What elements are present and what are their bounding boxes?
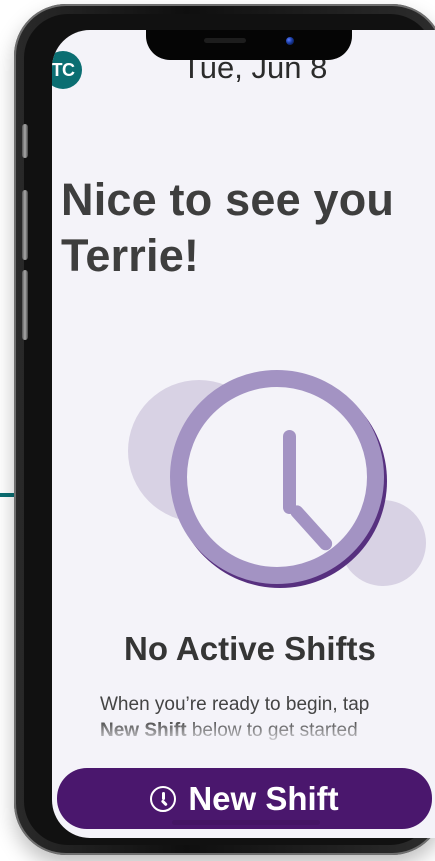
home-indicator: [172, 820, 320, 825]
speaker: [204, 38, 246, 43]
notch: [146, 30, 352, 60]
instruction-suffix: below to get started: [186, 719, 358, 741]
new-shift-label: New Shift: [188, 779, 339, 817]
side-button-middle: [22, 190, 28, 260]
side-button-bottom: [22, 270, 28, 340]
status-title: No Active Shifts: [124, 630, 376, 667]
clock-icon: [170, 370, 384, 584]
side-button-top: [22, 124, 28, 158]
camera-dot: [286, 37, 294, 45]
app-screen: TC Tue, Jun 8 Nice to see you Terrie! No…: [52, 30, 435, 838]
phone-frame: TC Tue, Jun 8 Nice to see you Terrie! No…: [14, 4, 435, 855]
clock-icon: [150, 785, 177, 812]
instruction-text: When you’re ready to begin, tap New Shif…: [100, 692, 435, 743]
instruction-strong: New Shift: [100, 719, 187, 741]
clock-hour-hand: [283, 430, 296, 514]
instruction-prefix: When you’re ready to begin, tap: [100, 694, 370, 715]
clock-minute-hand: [287, 502, 335, 553]
page: TC Tue, Jun 8 Nice to see you Terrie! No…: [0, 0, 435, 861]
